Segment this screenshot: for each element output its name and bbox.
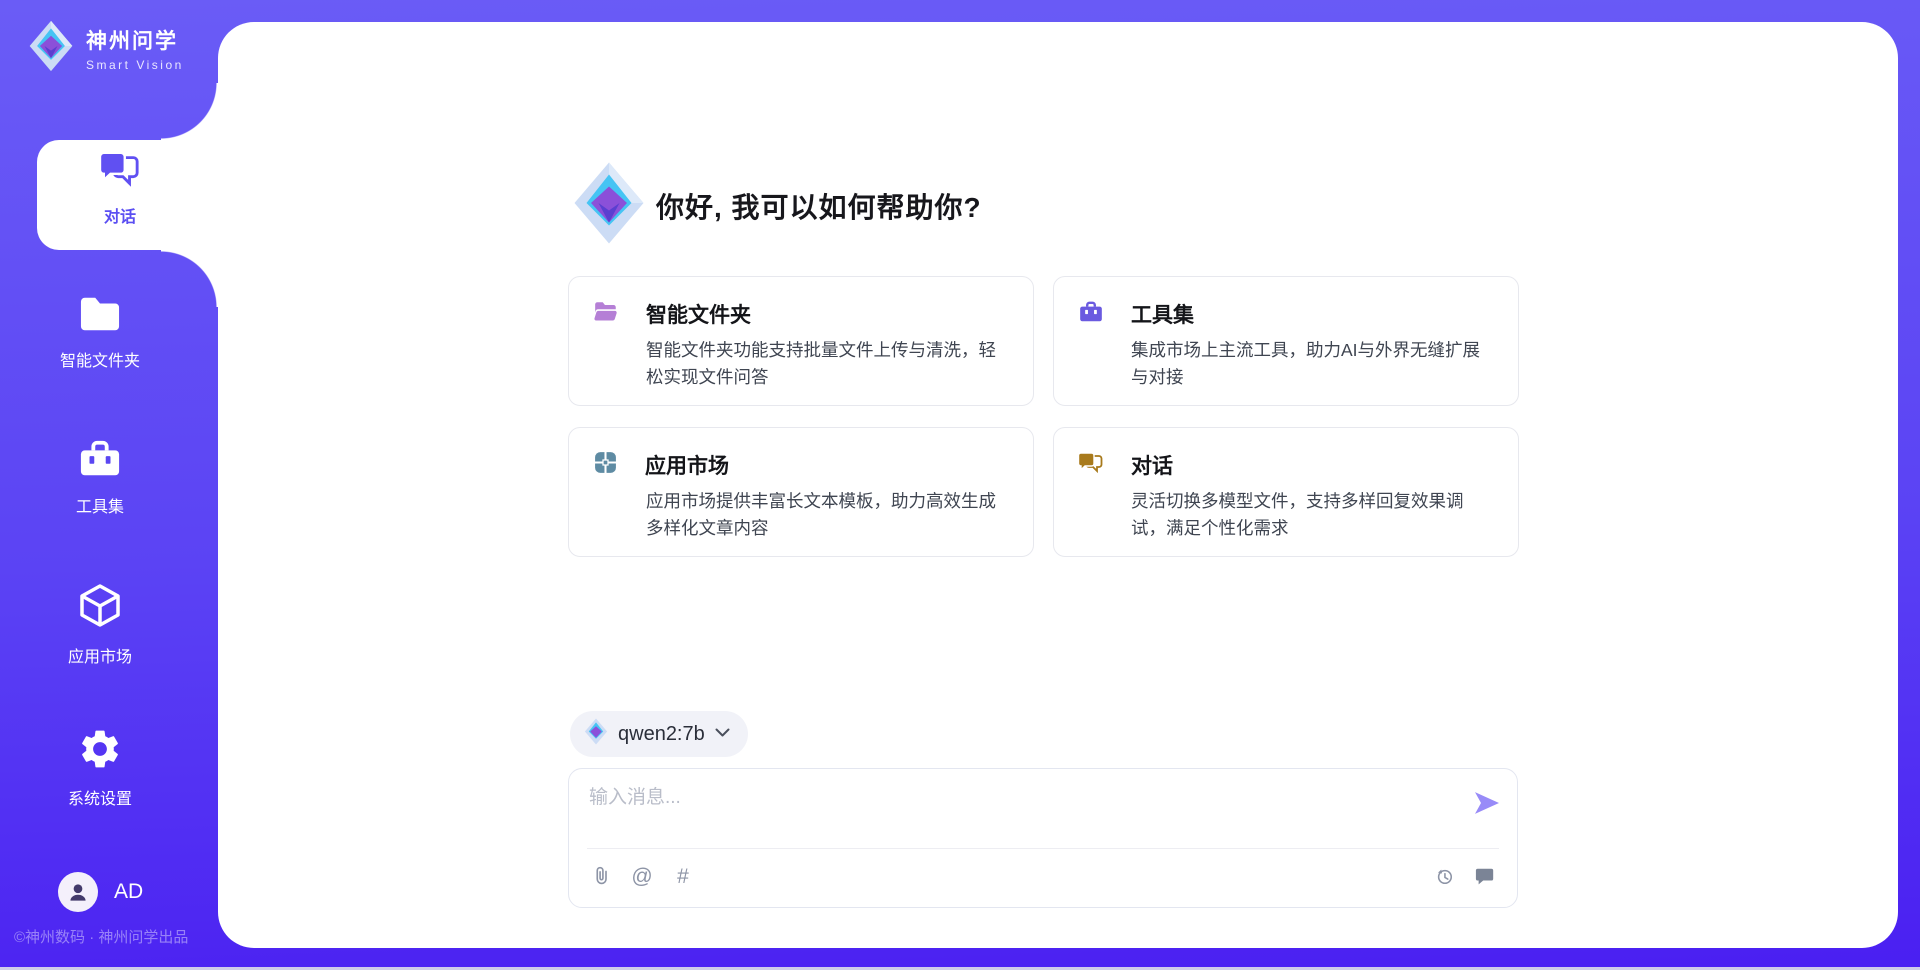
- send-icon[interactable]: [1473, 791, 1501, 815]
- card-app-market[interactable]: 应用市场 应用市场提供丰富长文本模板，助力高效生成多样化文章内容: [568, 427, 1034, 557]
- history-icon[interactable]: [1432, 864, 1456, 888]
- chat-icon: [1078, 451, 1104, 480]
- card-description: 应用市场提供丰富长文本模板，助力高效生成多样化文章内容: [646, 488, 1009, 542]
- model-diamond-icon: [584, 718, 608, 750]
- card-toolset[interactable]: 工具集 集成市场上主流工具，助力AI与外界无缝扩展与对接: [1053, 276, 1519, 406]
- sidebar-item-smart-folder[interactable]: 智能文件夹: [0, 294, 200, 371]
- chat-icon: [99, 150, 141, 195]
- avatar: [58, 872, 98, 912]
- gear-icon: [77, 726, 123, 777]
- greeting-diamond-icon: [573, 160, 645, 251]
- hash-icon[interactable]: #: [671, 864, 695, 888]
- folder-open-icon: [593, 300, 619, 329]
- app-subtitle: Smart Vision: [86, 58, 184, 72]
- app-window: 神州问学 Smart Vision 对话 智能文件夹: [0, 0, 1920, 970]
- at-icon[interactable]: @: [630, 864, 654, 888]
- sidebar-item-chat[interactable]: 对话: [20, 150, 220, 227]
- chat-bubble-icon[interactable]: [1473, 864, 1497, 888]
- card-chat[interactable]: 对话 灵活切换多模型文件，支持多样回复效果调试，满足个性化需求: [1053, 427, 1519, 557]
- sidebar-item-settings[interactable]: 系统设置: [0, 726, 200, 809]
- chevron-down-icon: [715, 725, 730, 743]
- sidebar-item-label: 智能文件夹: [60, 347, 140, 371]
- toolbox-icon: [1078, 300, 1104, 329]
- brand-diamond-icon: [28, 20, 74, 77]
- greeting-title: 你好, 我可以如何帮助你?: [656, 186, 982, 226]
- folder-icon: [77, 294, 123, 339]
- app-title: 神州问学: [86, 25, 184, 55]
- model-name: qwen2:7b: [618, 723, 705, 746]
- card-smart-folder[interactable]: 智能文件夹 智能文件夹功能支持批量文件上传与清洗，轻松实现文件问答: [568, 276, 1034, 406]
- sidebar-item-app-market[interactable]: 应用市场: [0, 582, 200, 667]
- sidebar-item-label: 系统设置: [68, 785, 132, 809]
- app-grid-icon: [593, 450, 618, 480]
- feature-cards: 智能文件夹 智能文件夹功能支持批量文件上传与清洗，轻松实现文件问答 工具集 集成…: [568, 276, 1519, 557]
- user-account[interactable]: AD: [58, 872, 143, 912]
- card-description: 灵活切换多模型文件，支持多样回复效果调试，满足个性化需求: [1131, 488, 1494, 542]
- app-logo: 神州问学 Smart Vision: [28, 20, 184, 77]
- user-name: AD: [114, 880, 143, 904]
- cube-icon: [76, 582, 124, 635]
- sidebar-item-label: 应用市场: [68, 643, 132, 667]
- copyright-note: ©神州数码 · 神州问学出品: [14, 926, 188, 947]
- sidebar-item-toolset[interactable]: 工具集: [0, 438, 200, 517]
- sidebar-item-label: 工具集: [76, 493, 124, 517]
- card-description: 集成市场上主流工具，助力AI与外界无缝扩展与对接: [1131, 337, 1494, 391]
- active-tab-fillet-top: [161, 83, 218, 140]
- paperclip-icon[interactable]: [589, 864, 613, 888]
- toolbox-icon: [77, 438, 123, 485]
- card-title: 智能文件夹: [646, 299, 751, 329]
- card-title: 对话: [1131, 450, 1173, 480]
- model-selector[interactable]: qwen2:7b: [570, 711, 748, 757]
- composer-divider: [587, 848, 1499, 849]
- message-composer: @ #: [568, 768, 1518, 908]
- card-title: 应用市场: [645, 450, 729, 480]
- card-description: 智能文件夹功能支持批量文件上传与清洗，轻松实现文件问答: [646, 337, 1009, 391]
- message-input[interactable]: [589, 781, 1289, 815]
- card-title: 工具集: [1131, 299, 1194, 329]
- sidebar-item-label: 对话: [104, 203, 136, 227]
